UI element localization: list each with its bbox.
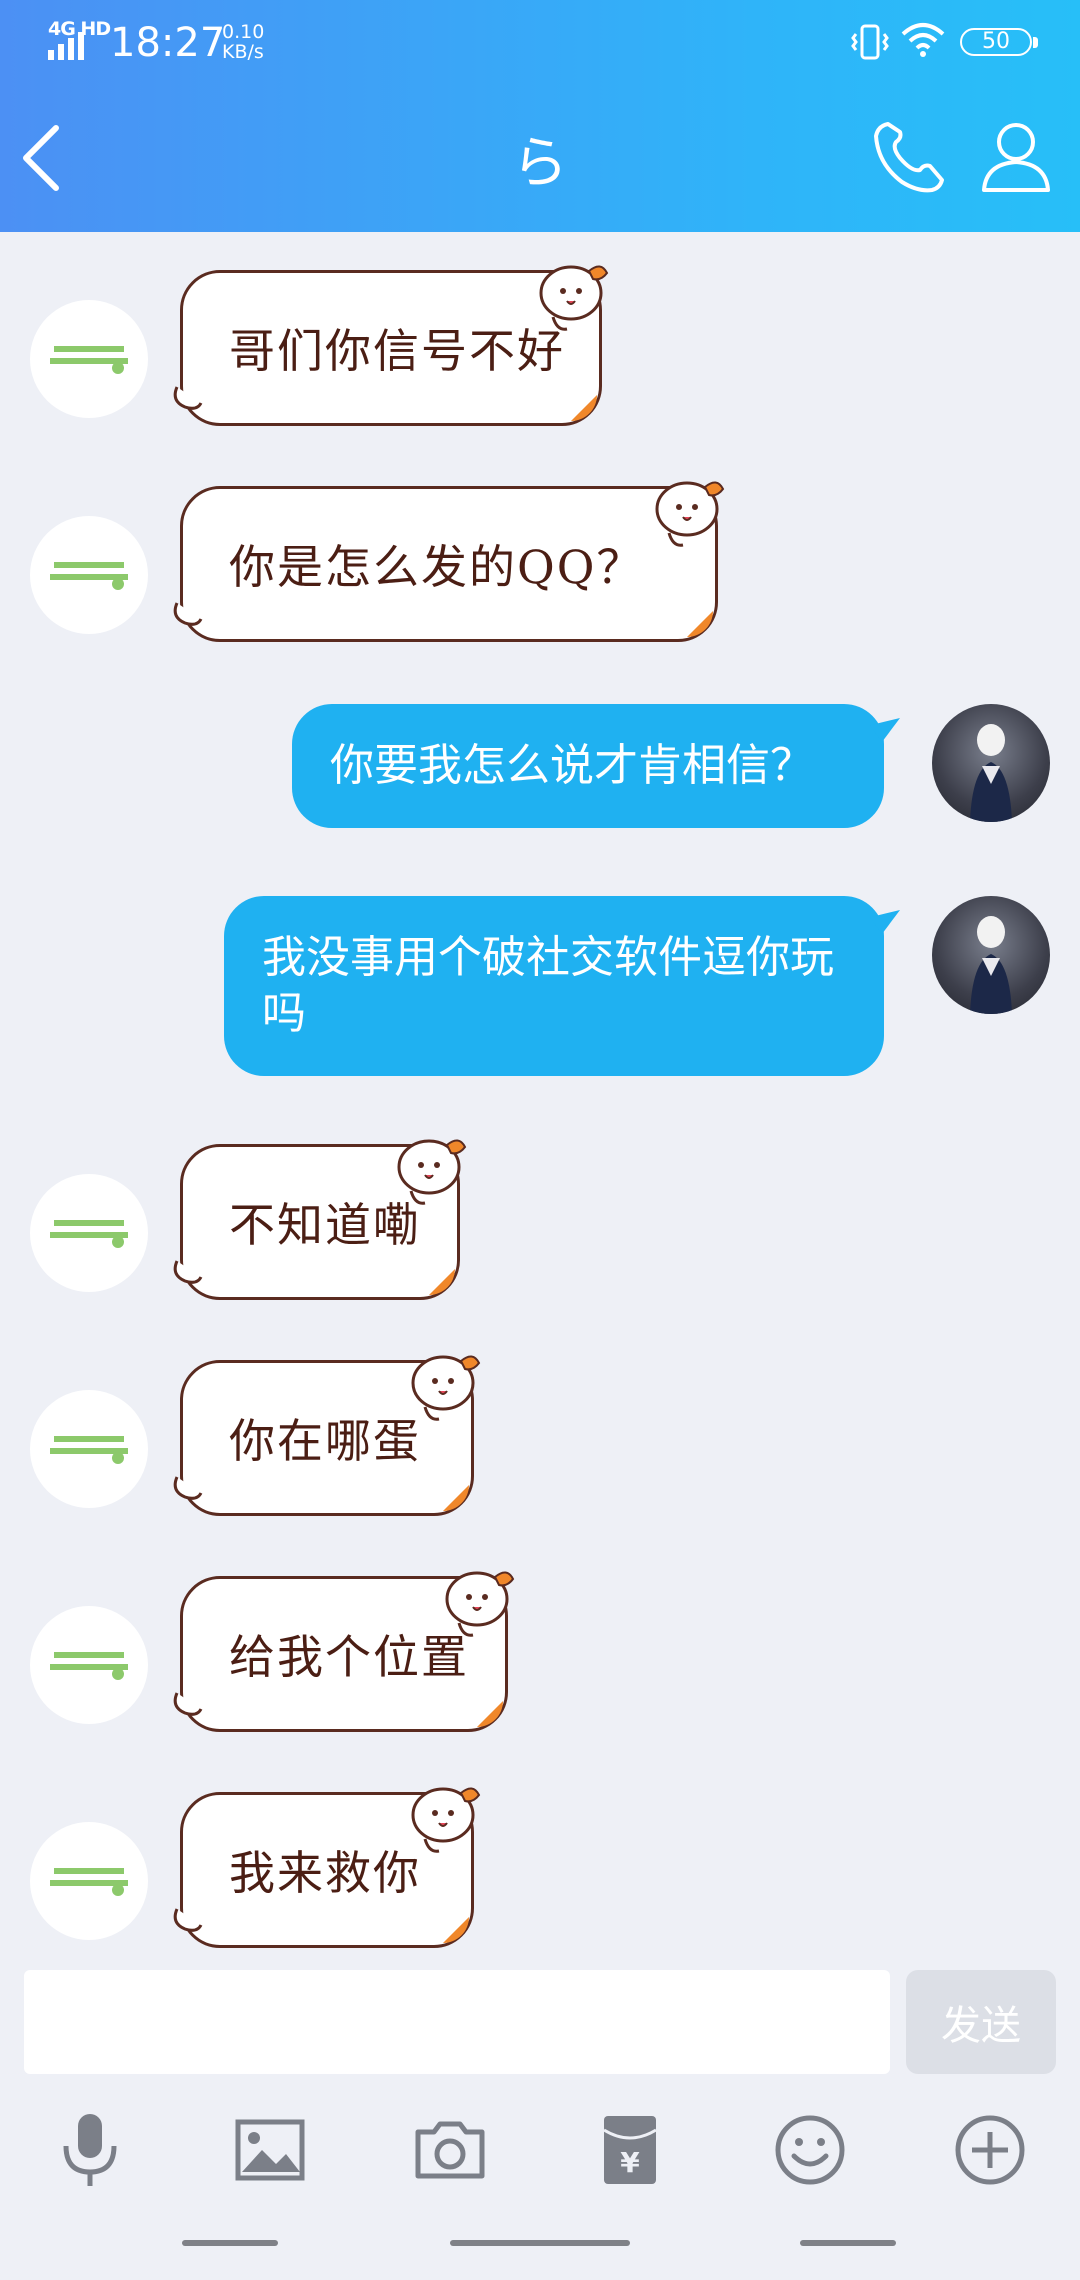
plus-icon[interactable] [950,2110,1030,2190]
microphone-icon[interactable] [50,2110,130,2190]
profile-button[interactable] [978,118,1054,196]
message-text: 我来救你 [229,1846,421,1900]
sticker-paw-icon [173,1476,203,1500]
contact-avatar[interactable] [30,1822,148,1940]
compose-bar: 发送 [0,1964,1080,2084]
message-text: 你是怎么发的QQ？ [229,540,645,594]
contact-avatar[interactable] [30,1174,148,1292]
sticker-message[interactable]: 不知道嘞 [173,1139,467,1300]
text-message[interactable]: 你要我怎么说才肯相信？ [292,704,884,828]
camera-icon[interactable] [410,2110,490,2190]
sticker-paw-icon [173,1908,203,1932]
sticker-corner [687,611,713,637]
message-text: 哥们你信号不好 [229,324,565,378]
phone-call-button[interactable] [870,118,948,196]
battery-icon: 50 [960,28,1038,56]
cat-sticker-icon [411,1787,481,1853]
sticker-message[interactable]: 你在哪蛋 [173,1355,481,1516]
wifi-icon [901,23,945,57]
sticker-paw-icon [173,602,203,626]
nav-back-button[interactable] [800,2240,896,2246]
sticker-message[interactable]: 我来救你 [173,1787,481,1948]
message-list[interactable]: 哥们你信号不好 你是怎么发的QQ？ 你要我怎么说才肯相信？ 我没事用个破社交软件… [0,232,1080,1964]
contact-avatar[interactable] [30,1390,148,1508]
image-icon[interactable] [230,2110,310,2190]
emoji-icon[interactable] [770,2110,850,2190]
sticker-corner [571,395,597,421]
message-text: 我没事用个破社交软件逗你玩吗 [262,932,834,1039]
contact-avatar[interactable] [30,1606,148,1724]
red-packet-icon[interactable]: ¥ [590,2110,670,2190]
sticker-message[interactable]: 给我个位置 [173,1571,515,1732]
nav-home-button[interactable] [450,2240,630,2246]
cat-sticker-icon [397,1139,467,1205]
cat-sticker-icon [539,265,609,331]
svg-text:¥: ¥ [620,2146,640,2179]
message-text: 你在哪蛋 [229,1414,421,1468]
sticker-corner [443,1917,469,1943]
sticker-corner [429,1269,455,1295]
chat-header: 4G HD 18:27 0.10 KB/s 50 ら [0,0,1080,232]
sticker-corner [477,1701,503,1727]
nav-menu-button[interactable] [182,2240,278,2246]
sticker-paw-icon [173,1692,203,1716]
system-nav-bar [0,2228,1080,2258]
cat-sticker-icon [445,1571,515,1637]
message-text: 你要我怎么说才肯相信？ [330,740,814,791]
sticker-message[interactable]: 你是怎么发的QQ？ [173,481,725,642]
input-toolbar: ¥ [0,2100,1080,2200]
my-avatar[interactable] [932,896,1050,1014]
cat-sticker-icon [655,481,725,547]
vibrate-icon [851,24,889,60]
sticker-message[interactable]: 哥们你信号不好 [173,265,609,426]
network-speed: 0.10 KB/s [222,21,265,63]
network-type: 4G HD [48,18,111,40]
status-bar: 4G HD 18:27 0.10 KB/s 50 [0,0,1080,84]
my-avatar[interactable] [932,704,1050,822]
text-message[interactable]: 我没事用个破社交软件逗你玩吗 [224,896,884,1076]
sticker-paw-icon [173,386,203,410]
contact-avatar[interactable] [30,300,148,418]
contact-avatar[interactable] [30,516,148,634]
message-input[interactable] [24,1970,890,2074]
sticker-corner [443,1485,469,1511]
send-button[interactable]: 发送 [906,1970,1056,2074]
sticker-paw-icon [173,1260,203,1284]
clock: 18:27 [110,20,226,66]
cat-sticker-icon [411,1355,481,1421]
